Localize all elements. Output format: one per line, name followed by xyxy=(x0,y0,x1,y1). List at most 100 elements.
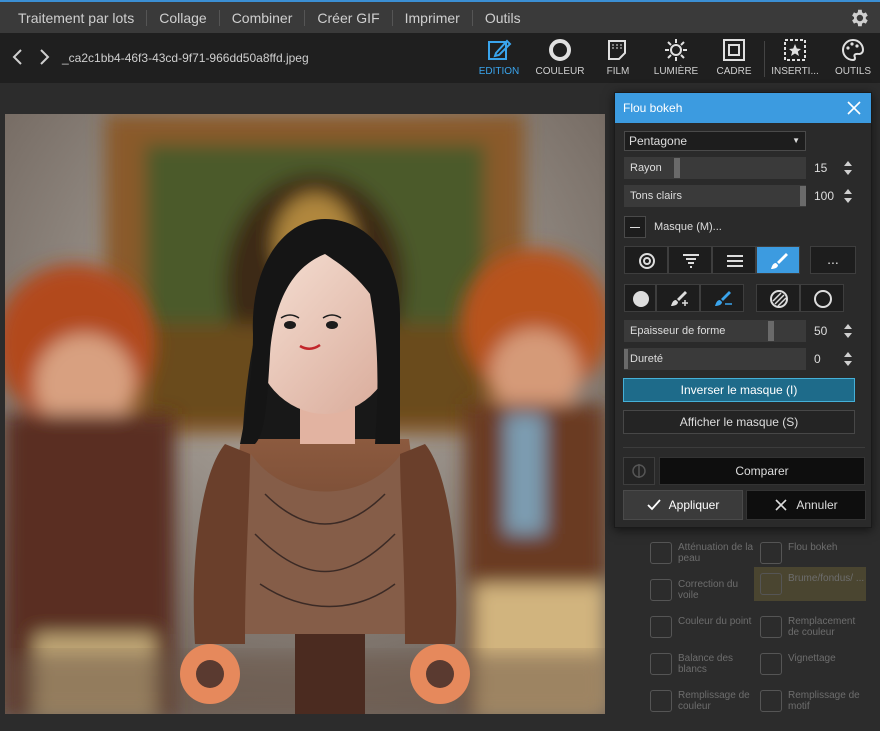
linear-mask-button[interactable] xyxy=(712,246,756,274)
hardness-label: Dureté xyxy=(630,353,664,365)
compare-button[interactable]: Comparer xyxy=(659,457,865,485)
hardness-slider-thumb[interactable] xyxy=(624,349,628,369)
forward-arrow-icon[interactable] xyxy=(36,47,52,67)
white-balance-icon xyxy=(650,653,672,675)
menu-collage[interactable]: Collage xyxy=(147,9,220,26)
sun-icon xyxy=(665,39,687,61)
mist-icon xyxy=(760,573,782,595)
toolbar-separator xyxy=(764,41,765,77)
radius-slider-thumb[interactable] xyxy=(674,158,680,178)
menu-batch[interactable]: Traitement par lots xyxy=(0,9,148,26)
vignette-icon xyxy=(760,653,782,675)
split-compare-icon xyxy=(632,464,646,478)
cancel-button[interactable]: Annuler xyxy=(746,490,866,520)
highlights-spinner-icon[interactable] xyxy=(843,188,853,204)
tool-lumiere[interactable]: LUMIÈRE xyxy=(648,37,704,81)
tool-edition[interactable]: EDITION xyxy=(471,37,527,81)
close-x-icon xyxy=(775,499,787,511)
effect-label: Vignettage xyxy=(788,653,836,664)
hardness-value[interactable]: 0 xyxy=(814,348,844,370)
panel-title: Flou bokeh xyxy=(623,101,683,115)
tool-cadre[interactable]: CADRE xyxy=(706,37,762,81)
tool-film[interactable]: FILM xyxy=(590,37,646,81)
tool-cadre-label: CADRE xyxy=(716,66,752,77)
tool-couleur-label: COULEUR xyxy=(535,66,585,77)
effect-item[interactable]: Remplissage de motif xyxy=(754,684,866,718)
menu-create-gif[interactable]: Créer GIF xyxy=(305,9,393,26)
effect-label: Balance des blancs xyxy=(678,653,734,675)
frame-icon xyxy=(723,39,745,61)
color-point-icon xyxy=(650,616,672,638)
close-icon[interactable] xyxy=(847,101,861,115)
effect-item[interactable]: Correction du voile xyxy=(644,573,756,607)
effect-label: Remplacement de couleur xyxy=(788,616,856,638)
highlights-slider[interactable]: Tons clairs xyxy=(624,185,806,207)
gear-icon[interactable] xyxy=(848,7,870,29)
hardness-slider[interactable]: Dureté xyxy=(624,348,806,370)
cancel-label: Annuler xyxy=(796,498,838,512)
highlights-slider-thumb[interactable] xyxy=(800,186,806,206)
effect-label: Couleur du point xyxy=(678,616,752,627)
tool-couleur[interactable]: COULEUR xyxy=(532,37,588,81)
radius-slider[interactable]: Rayon xyxy=(624,157,806,179)
effect-item[interactable]: Vignettage xyxy=(754,647,866,681)
pattern-fill-icon xyxy=(760,690,782,712)
effect-item[interactable]: Remplissage de couleur xyxy=(644,684,756,718)
hatch-button[interactable] xyxy=(756,284,800,312)
shape-select-value: Pentagone xyxy=(629,134,688,148)
tool-film-label: FILM xyxy=(606,66,630,77)
mask-label: Masque (M)... xyxy=(654,221,722,233)
radial-mask-button[interactable] xyxy=(624,246,668,274)
brush-minus-icon xyxy=(715,291,732,306)
effect-item[interactable]: Atténuation de la peau xyxy=(644,536,756,570)
lines-icon xyxy=(727,255,743,267)
compare-toggle-button[interactable] xyxy=(623,457,655,485)
bokeh-panel: Flou bokeh Pentagone ▼ Rayon 15 Tons cla… xyxy=(614,92,872,528)
radial-target-icon xyxy=(639,253,655,269)
apply-button[interactable]: Appliquer xyxy=(623,490,743,520)
shape-thickness-spinner-icon[interactable] xyxy=(843,323,853,339)
effect-label: Brume/fondus/ ... xyxy=(788,573,865,584)
more-options-button[interactable]: ... xyxy=(810,246,856,274)
clear-mask-button[interactable] xyxy=(800,284,844,312)
effect-item[interactable]: Flou bokeh xyxy=(754,536,866,570)
tool-edition-label: EDITION xyxy=(478,66,520,77)
color-fill-icon xyxy=(650,690,672,712)
effect-label: Atténuation de la peau xyxy=(678,542,754,564)
tool-lumiere-label: LUMIÈRE xyxy=(653,66,699,77)
edited-photo[interactable] xyxy=(5,114,605,714)
brush-fill-button[interactable] xyxy=(624,284,656,312)
hatched-circle-icon xyxy=(770,290,788,308)
menu-print[interactable]: Imprimer xyxy=(393,9,473,26)
film-icon xyxy=(608,40,626,60)
invert-mask-button[interactable]: Inverser le masque (I) xyxy=(623,378,855,402)
tool-outils[interactable]: OUTILS xyxy=(825,37,880,81)
shape-thickness-slider-thumb[interactable] xyxy=(768,321,774,341)
effect-item[interactable]: Brume/fondus/ ... xyxy=(754,567,866,601)
effect-item[interactable]: Balance des blancs xyxy=(644,647,756,681)
shape-thickness-value[interactable]: 50 xyxy=(814,320,844,342)
radius-label: Rayon xyxy=(630,162,662,174)
radius-value[interactable]: 15 xyxy=(814,157,844,179)
brush-add-button[interactable] xyxy=(656,284,700,312)
back-arrow-icon[interactable] xyxy=(10,47,26,67)
filled-circle-icon xyxy=(633,291,649,307)
shape-thickness-slider[interactable]: Epaisseur de forme xyxy=(624,320,806,342)
gradient-mask-button[interactable] xyxy=(668,246,712,274)
tool-insertion[interactable]: INSERTI... xyxy=(767,37,823,81)
mask-collapse-button[interactable] xyxy=(624,216,646,238)
menu-combine[interactable]: Combiner xyxy=(220,9,306,26)
brush-erase-button[interactable] xyxy=(700,284,744,312)
shape-select[interactable]: Pentagone ▼ xyxy=(624,131,806,151)
tool-outils-label: OUTILS xyxy=(834,66,872,77)
highlights-value[interactable]: 100 xyxy=(814,185,844,207)
brush-mask-button[interactable] xyxy=(756,246,800,274)
effect-item[interactable]: Remplacement de couleur xyxy=(754,610,866,644)
radius-spinner-icon[interactable] xyxy=(843,160,853,176)
hardness-spinner-icon[interactable] xyxy=(843,351,853,367)
menu-tools[interactable]: Outils xyxy=(473,10,533,26)
effect-item[interactable]: Couleur du point xyxy=(644,610,756,644)
show-mask-button[interactable]: Afficher le masque (S) xyxy=(623,410,855,434)
bokeh-icon xyxy=(760,542,782,564)
effect-label: Remplissage de couleur xyxy=(678,690,750,712)
